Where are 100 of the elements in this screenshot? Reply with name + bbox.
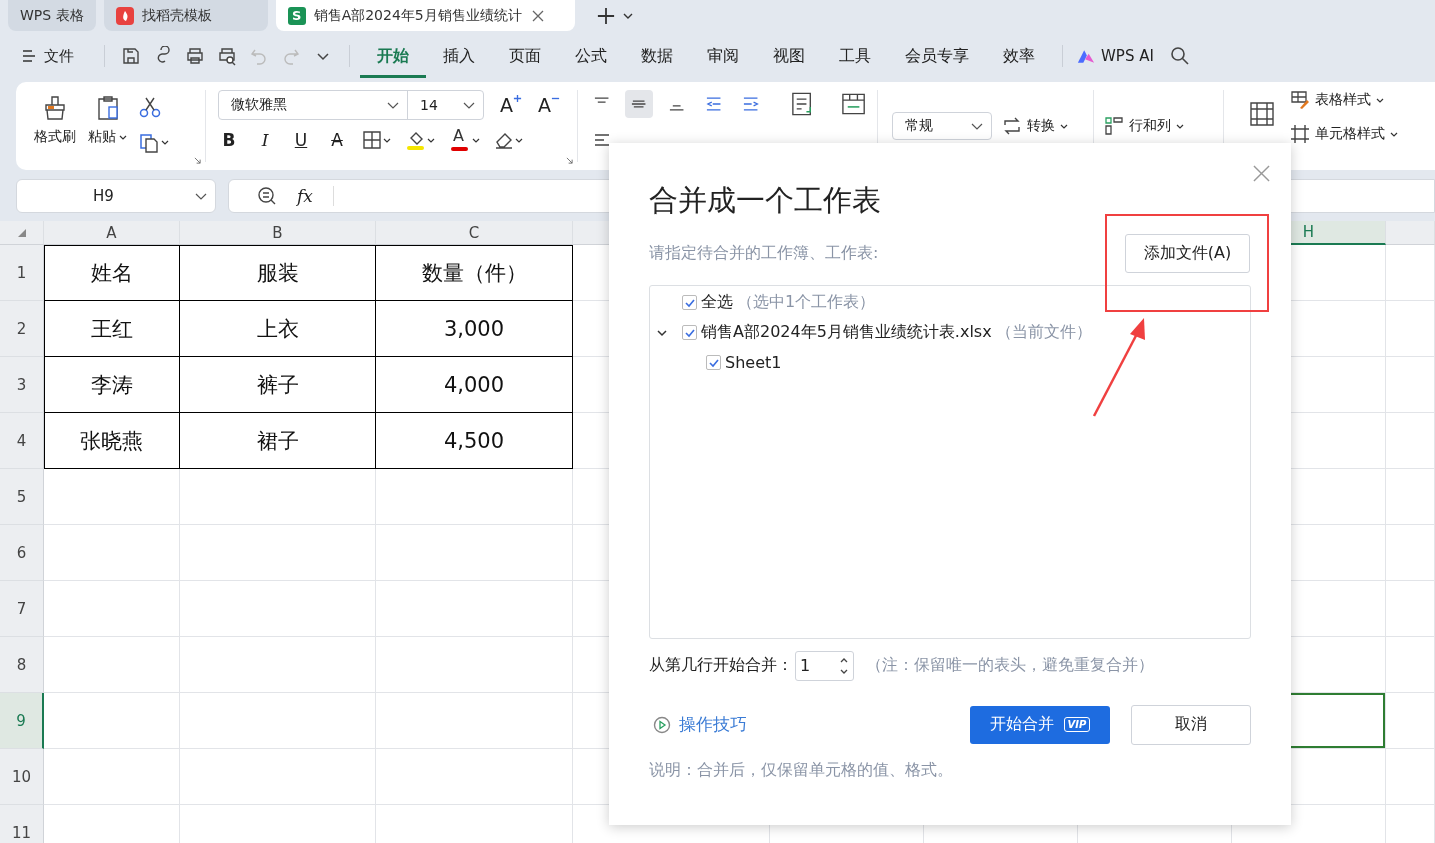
increase-font-button[interactable]: A: [500, 94, 522, 116]
app-tab[interactable]: 找稻壳模板: [103, 0, 268, 31]
tree-item-label[interactable]: 全选: [701, 292, 733, 314]
tree-item-label[interactable]: Sheet1: [725, 353, 782, 373]
row-header[interactable]: 9: [0, 693, 44, 749]
ribbon-tab[interactable]: 公式: [558, 34, 624, 78]
empty-cell: [1386, 637, 1435, 693]
save-icon[interactable]: [121, 46, 141, 66]
checkbox[interactable]: [682, 325, 697, 341]
caret-icon: [1176, 123, 1184, 129]
empty-cell: [1386, 301, 1435, 357]
paste-button[interactable]: 粘贴: [88, 90, 127, 162]
table-cell: 李涛: [44, 357, 180, 413]
empty-cell: [1386, 357, 1435, 413]
scissors-icon[interactable]: [139, 96, 161, 118]
ribbon-tab[interactable]: 会员专享: [888, 34, 986, 78]
ribbon-tab[interactable]: 审阅: [690, 34, 756, 78]
table-cell: 裙子: [180, 413, 376, 469]
column-header[interactable]: B: [180, 221, 376, 245]
table-style-button[interactable]: 表格样式: [1290, 90, 1398, 110]
tree-item-note: （选中1个工作表）: [737, 292, 876, 314]
italic-button[interactable]: I: [254, 130, 276, 150]
ribbon-tab[interactable]: 工具: [822, 34, 888, 78]
row-header[interactable]: 1: [0, 245, 44, 301]
empty-cell: [1386, 693, 1435, 749]
print-preview-icon[interactable]: [217, 46, 237, 66]
file-menu[interactable]: 文件: [22, 46, 94, 66]
dialog-footnote: 说明：合并后，仅保留单元格的值、格式。: [649, 759, 954, 781]
caret-icon[interactable]: [622, 13, 633, 19]
caret-icon: [472, 138, 480, 143]
align-middle-icon[interactable]: [625, 90, 653, 118]
row-header[interactable]: 10: [0, 749, 44, 805]
color-bar-icon: [451, 147, 468, 151]
table-brush-icon: [1290, 90, 1310, 110]
table-cell: 裤子: [180, 357, 376, 413]
tree-item-label[interactable]: 销售A部2024年5月销售业绩统计表.xlsx: [701, 322, 992, 344]
zoom-icon[interactable]: [257, 186, 277, 206]
corner-header[interactable]: [0, 221, 44, 245]
add-file-button[interactable]: 添加文件(A): [1125, 233, 1250, 273]
menu-icon: [22, 50, 36, 62]
ribbon-tab[interactable]: 开始: [360, 34, 426, 78]
cancel-button[interactable]: 取消: [1131, 704, 1251, 745]
table-cell: 姓名: [44, 245, 180, 301]
checkbox[interactable]: [706, 355, 721, 371]
checkbox[interactable]: [682, 295, 697, 311]
empty-cell: [1386, 581, 1435, 637]
number-format-field[interactable]: 常规: [892, 112, 992, 140]
app-tab[interactable]: S 销售A部2024年5月销售业绩统计: [275, 0, 575, 31]
dialog-title: 合并成一个工作表: [649, 183, 882, 218]
row-header[interactable]: 6: [0, 525, 44, 581]
row-header[interactable]: 11: [0, 805, 44, 843]
row-header[interactable]: 7: [0, 581, 44, 637]
convert-button[interactable]: 转换: [1002, 116, 1068, 136]
row-header[interactable]: 8: [0, 637, 44, 693]
copy-icon[interactable]: [139, 132, 169, 154]
tips-link[interactable]: 操作技巧: [649, 713, 970, 737]
search-icon[interactable]: [1169, 46, 1190, 66]
underline-button[interactable]: U: [290, 130, 312, 150]
cell-style-button[interactable]: 单元格样式: [1290, 124, 1398, 144]
ai-logo-icon: [1077, 48, 1095, 64]
ribbon-tab[interactable]: 视图: [756, 34, 822, 78]
bold-button[interactable]: B: [218, 130, 240, 150]
ribbon-tab[interactable]: 数据: [624, 34, 690, 78]
row-header[interactable]: 5: [0, 469, 44, 525]
ribbon-tab[interactable]: 页面: [492, 34, 558, 78]
expand-icon[interactable]: [566, 157, 573, 164]
name-box[interactable]: H9: [16, 179, 216, 213]
table-cell: 4,000: [376, 357, 573, 413]
ribbon-tab[interactable]: 效率: [986, 34, 1052, 78]
start-row-label: 从第几行开始合并：: [649, 655, 793, 677]
row-header[interactable]: 3: [0, 357, 44, 413]
table-cell: 4,500: [376, 413, 573, 469]
font-color-button[interactable]: A: [450, 128, 480, 152]
format-painter-button[interactable]: 格式刷: [34, 90, 76, 162]
close-icon[interactable]: [1253, 165, 1270, 182]
table-cell: 服装: [180, 245, 376, 301]
column-header[interactable]: C: [376, 221, 573, 245]
print-icon[interactable]: [185, 46, 205, 66]
cell-frame-icon: [1290, 124, 1310, 144]
start-row-spinner[interactable]: 1: [795, 650, 854, 681]
strike-button[interactable]: A: [326, 130, 348, 150]
app-tab[interactable]: WPS 表格: [8, 0, 96, 31]
row-header[interactable]: 2: [0, 301, 44, 357]
decrease-font-button[interactable]: A: [538, 94, 560, 116]
conditional-format-icon[interactable]: [1248, 100, 1276, 128]
borders-icon[interactable]: [362, 129, 392, 151]
column-header[interactable]: A: [44, 221, 180, 245]
caret-icon: [1390, 131, 1398, 137]
empty-cell: [1386, 469, 1435, 525]
ribbon-tab[interactable]: 插入: [426, 34, 492, 78]
vip-badge: VIP: [1063, 717, 1091, 733]
start-merge-button[interactable]: 开始合并 VIP: [970, 705, 1110, 744]
select-all-icon[interactable]: [17, 228, 26, 237]
row-header[interactable]: 4: [0, 413, 44, 469]
rows-columns-button[interactable]: 行和列: [1104, 116, 1184, 136]
wps-ai-button[interactable]: WPS AI: [1077, 47, 1154, 65]
new-tab-icon[interactable]: [596, 7, 615, 25]
close-icon[interactable]: [531, 9, 544, 22]
insert-function-button[interactable]: fx: [297, 186, 313, 206]
expand-icon[interactable]: [194, 157, 201, 164]
